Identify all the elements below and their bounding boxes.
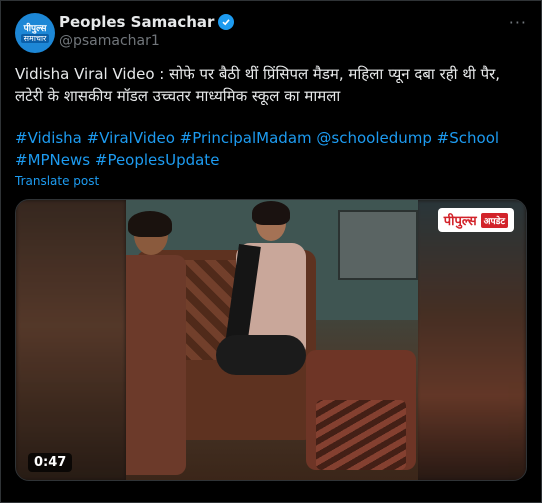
hashtag-link[interactable]: #MPNews [15,151,90,169]
video-blur-left [16,200,126,480]
mention-link[interactable]: @schooledump [316,129,431,147]
author-display-name[interactable]: Peoples Samachar [59,13,214,31]
video-bag-pattern [316,400,406,470]
channel-logo-watermark: पीपुल्स अपडेट [437,208,514,232]
avatar[interactable]: पीपुल्स समाचार [15,13,55,53]
post-text: Vidisha Viral Video : सोफे पर बैठी थीं प… [15,65,500,105]
logo-main-text: पीपुल्स [443,214,477,229]
tweet-card: पीपुल्स समाचार Peoples Samachar @psamach… [0,0,542,503]
hashtag-link[interactable]: #PrincipalMadam [180,129,312,147]
video-frame [126,200,418,480]
hashtag-link[interactable]: #PeoplesUpdate [95,151,220,169]
author-handle[interactable]: @psamachar1 [59,33,160,49]
author-name-row: Peoples Samachar [59,13,235,31]
video-player[interactable]: पीपुल्स अपडेट 0:47 [15,199,527,481]
post-hashtags: #Vidisha #ViralVideo #PrincipalMadam @sc… [15,127,527,171]
avatar-text-line1: पीपुल्स [23,23,47,34]
avatar-text-line2: समाचार [20,33,50,43]
hashtag-link[interactable]: #ViralVideo [87,129,175,147]
video-blur-right [416,200,526,480]
verified-badge-icon [218,14,235,30]
video-cabinet [338,210,418,280]
hashtag-link[interactable]: #Vidisha [15,129,82,147]
video-person-left [126,211,186,475]
more-options-icon[interactable]: ··· [509,13,527,32]
translate-post-link[interactable]: Translate post [15,174,99,188]
video-duration-badge: 0:47 [28,453,73,472]
video-person-seated [216,201,316,405]
hashtag-link[interactable]: #School [437,129,499,147]
logo-tag-text: अपडेट [480,212,508,228]
